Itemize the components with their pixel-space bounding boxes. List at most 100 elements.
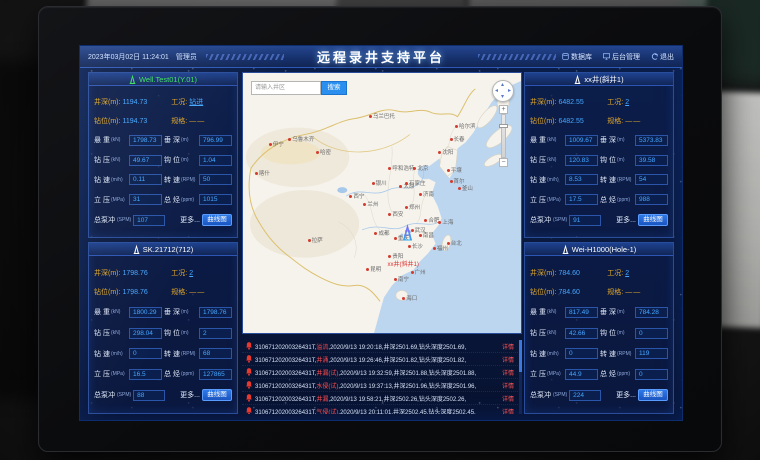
well-depth-value: 1798.76 [122, 270, 147, 277]
pump-strokes-label: 总泵冲 [530, 390, 551, 400]
alarm-detail-link[interactable]: 详情 [502, 394, 514, 403]
alarm-row: 31067120200326431T,气侵(试),2020/9/13 20:11… [242, 405, 522, 414]
field-value: 68 [199, 348, 232, 359]
city-dot-icon [413, 167, 416, 170]
pan-up-icon[interactable]: ▴ [501, 82, 504, 88]
depth-condition-line: 井深(m):6482.55 工况:2 [530, 97, 668, 107]
nav-admin[interactable]: 后台管理 [603, 52, 640, 62]
field-row: 钻 压(kN)49.67 钩 位(m)1.04 [94, 155, 232, 166]
field-row: 钻 压(kN)42.66 钩 位(m)0 [530, 328, 668, 339]
field-unit: (m) [617, 309, 633, 315]
map-city-label: 福州 [433, 244, 448, 252]
field-value: 1.04 [199, 155, 232, 166]
field-unit: (m) [181, 309, 197, 315]
well-depth-label: 井深(m): [94, 270, 120, 277]
alarm-detail-link[interactable]: 详情 [502, 355, 514, 364]
database-icon [562, 53, 569, 60]
alarm-scrollbar[interactable] [519, 340, 522, 414]
more-link[interactable]: 更多... [616, 215, 636, 225]
left-well-column: Well.Test01(Y.01) 井深(m):1194.73 工况:钻进 钻位… [88, 72, 238, 414]
alarm-bell-icon [246, 368, 252, 376]
bit-depth-label: 钻位(m): [94, 289, 120, 296]
field-label: 立 压 [530, 369, 545, 379]
china-map[interactable]: 乌鲁木齐伊宁喀什哈密乌兰巴托拉萨西宁兰州银川呼和浩特太原北京石家庄济南郑州西安合… [242, 72, 522, 334]
well-depth-label: 井深(m): [530, 99, 556, 106]
pan-down-icon[interactable]: ▾ [501, 94, 504, 100]
more-link[interactable]: 更多... [180, 390, 200, 400]
map-city-label: 西安 [388, 210, 403, 218]
bit-depth-label: 钻位(m): [530, 289, 556, 296]
condition-value: 钻进 [189, 99, 203, 106]
well-panel-header[interactable]: Wei-H1000(Hole-1) [525, 243, 673, 256]
well-depth-value: 1194.73 [122, 99, 147, 106]
alarm-detail-text: ,2020/9/13 19:58:21,井深2502.26,钻头深度2502.2… [328, 397, 466, 403]
map-zoom-out-button[interactable]: − [499, 158, 508, 167]
well-panel-header[interactable]: xx井(斜井1) [525, 73, 673, 86]
alarm-detail-link[interactable]: 详情 [502, 342, 514, 351]
well-panel-header[interactable]: SK.21712(712) [89, 243, 237, 256]
field-unit: (m) [617, 330, 633, 336]
field-value: 17.5 [565, 194, 598, 205]
well-panel: Wei-H1000(Hole-1) 井深(m):784.60 工况:2 钻位(m… [524, 242, 674, 414]
alarm-type: 井漏 [316, 397, 328, 403]
alarm-well-id: 31067120200326431T, [255, 371, 316, 377]
field-label: 钩 位 [600, 328, 615, 338]
field-value: 49.67 [129, 155, 162, 166]
nav-database[interactable]: 数据库 [562, 52, 592, 62]
alarm-detail-link[interactable]: 详情 [502, 368, 514, 377]
well-marker-label: xx井(斜井1) [388, 259, 419, 268]
field-label: 钻 压 [530, 328, 545, 338]
map-city-label: 沈阳 [438, 148, 453, 156]
map-city-label: 喀什 [255, 169, 270, 177]
field-unit: (m) [181, 137, 197, 143]
more-link[interactable]: 更多... [180, 215, 200, 225]
city-dot-icon [363, 203, 366, 206]
alarm-detail-link[interactable]: 详情 [502, 407, 514, 415]
field-value: 0 [129, 348, 162, 359]
map-city-label: 长沙 [408, 242, 423, 250]
map-zoom-in-button[interactable]: + [499, 105, 508, 114]
field-label: 转 速 [164, 175, 179, 185]
field-unit: (ppm) [181, 197, 197, 203]
alarm-type: 井漏(试) [316, 371, 338, 377]
curve-chart-button[interactable]: 曲线图 [202, 214, 232, 226]
curve-chart-button[interactable]: 曲线图 [202, 389, 232, 401]
city-dot-icon [388, 255, 391, 258]
alarm-detail-text: ,2020/9/13 19:20:18,井深2501.69,钻头深度2501.6… [328, 345, 466, 351]
map-city-label: 兰州 [363, 200, 378, 208]
map-zoom-slider[interactable] [501, 114, 506, 158]
pan-left-icon[interactable]: ◂ [495, 88, 498, 94]
field-unit: (RPM) [181, 177, 197, 183]
field-label: 总 烃 [600, 195, 615, 205]
field-unit: (m/h) [111, 351, 127, 357]
search-button[interactable]: 搜索 [321, 81, 347, 95]
alarm-row: 31067120200326431T,溢流,2020/9/13 19:20:18… [242, 340, 522, 353]
field-unit: (MPa) [111, 197, 127, 203]
search-input[interactable] [251, 81, 321, 95]
pan-right-icon[interactable]: ▸ [508, 88, 511, 94]
city-dot-icon [399, 185, 402, 188]
field-label: 转 速 [164, 349, 179, 359]
nav-logout[interactable]: 退出 [651, 52, 674, 62]
curve-chart-button[interactable]: 曲线图 [638, 389, 668, 401]
field-row: 立 压(MPa)44.9 总 烃(ppm)0 [530, 369, 668, 380]
well-panel-header[interactable]: Well.Test01(Y.01) [89, 73, 237, 86]
field-row: 立 压(MPa)31 总 烃(ppm)1015 [94, 194, 232, 205]
alarm-well-id: 31067120200326431T, [255, 397, 316, 403]
city-dot-icon [308, 239, 311, 242]
map-pan-control[interactable]: ▴ ▾ ◂ ▸ [492, 80, 514, 102]
more-link[interactable]: 更多... [616, 390, 636, 400]
dashboard-content: Well.Test01(Y.01) 井深(m):1194.73 工况:钻进 钻位… [80, 68, 682, 420]
well-name: Wei-H1000(Hole-1) [572, 245, 636, 254]
alarm-scrollbar-thumb[interactable] [519, 340, 522, 372]
pump-strokes-value: 91 [569, 215, 601, 226]
field-value: 127865 [199, 369, 232, 380]
field-value: 39.58 [635, 155, 668, 166]
spec-label: 规格: [607, 289, 623, 296]
city-dot-icon [405, 182, 408, 185]
field-unit: (kN) [111, 309, 127, 315]
alarm-detail-link[interactable]: 详情 [502, 381, 514, 390]
zoom-slider-handle[interactable] [499, 124, 508, 128]
alarm-type: 气侵(试) [316, 410, 338, 415]
curve-chart-button[interactable]: 曲线图 [638, 214, 668, 226]
